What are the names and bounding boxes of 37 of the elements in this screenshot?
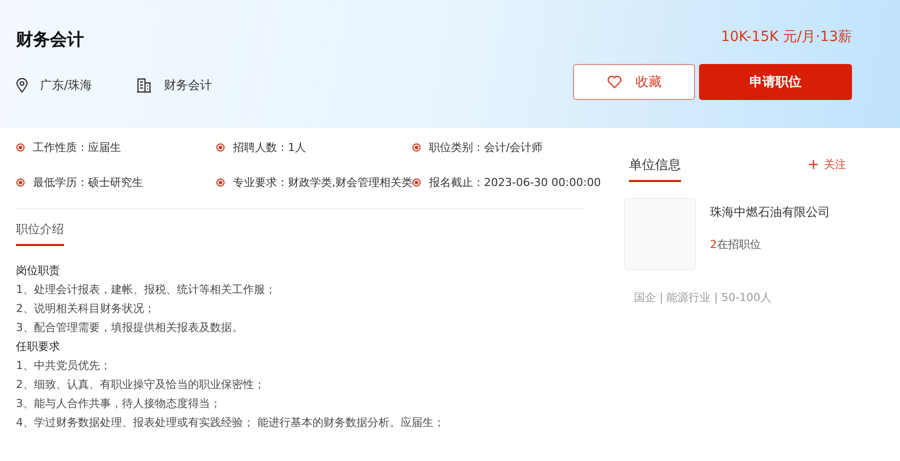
list-item: 1、处理会计报表，建帐、报税、统计等相关工作服；: [16, 283, 277, 296]
salary-text: 10K-15K 元/月·13薪: [720, 28, 852, 46]
bullet-icon: [412, 178, 421, 187]
building-icon: [136, 78, 152, 93]
location-pin-icon: [16, 78, 28, 93]
bullet-icon: [16, 178, 25, 187]
list-item: 3、能与人合作共事，待人接物态度得当；: [16, 397, 222, 410]
company-tags: 国企 | 能源行业 | 50-100人: [634, 290, 772, 305]
fact-text: 报名截止：2023-06-30 00:00:00: [429, 175, 601, 190]
bullet-icon: [16, 143, 25, 152]
list-item: 1、中共党员优先；: [16, 359, 112, 372]
heart-icon: [606, 75, 622, 89]
subheading: 任职要求: [16, 340, 61, 353]
section-tab[interactable]: 职位介绍: [16, 221, 64, 246]
openings-text: 2在招职位: [710, 237, 762, 252]
bullet-icon: [412, 143, 421, 152]
category-text: 财务会计: [164, 77, 212, 94]
follow-button[interactable]: 关注: [803, 156, 852, 173]
list-item: 2、细致、认真、有职业操守及恰当的职业保密性；: [16, 378, 266, 391]
list-item: 3、配合管理需要，填报提供相关报表及数据。: [16, 321, 244, 334]
list-item: 2、说明相关科目财务状况；: [16, 302, 156, 315]
location-text: 广东/珠海: [40, 77, 92, 94]
fact-text: 最低学历：硕士研究生: [33, 175, 143, 190]
favorite-button[interactable]: 收藏: [573, 64, 695, 100]
job-title: 财务会计: [16, 29, 85, 51]
plus-icon: [809, 160, 818, 169]
fact-text: 工作性质：应届生: [33, 140, 121, 155]
subheading: 岗位职责: [16, 264, 61, 277]
company-name[interactable]: 珠海中燃石油有限公司: [710, 204, 830, 221]
apply-button[interactable]: 申请职位: [699, 64, 852, 100]
list-item: 4、学过财务数据处理、报表处理或有实践经验； 能进行基本的财务数据分析。应届生；: [16, 416, 446, 429]
fact-text: 招聘人数：1人: [233, 140, 306, 155]
fact-text: 专业要求：财政学类,财会管理相关类: [233, 175, 412, 190]
fact-text: 职位类别：会计/会计师: [429, 140, 543, 155]
bullet-icon: [216, 178, 225, 187]
section-tab[interactable]: 单位信息: [629, 156, 681, 182]
bullet-icon: [216, 143, 225, 152]
